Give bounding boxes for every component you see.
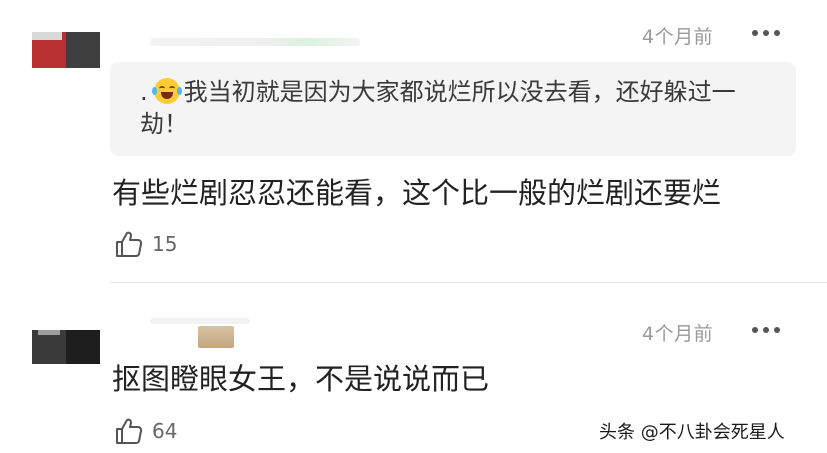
like-count: 15 <box>152 232 178 256</box>
avatar-pixel-block <box>66 330 100 364</box>
avatar[interactable] <box>32 330 100 364</box>
more-options-icon[interactable] <box>752 327 784 335</box>
quoted-reply-text: 我当初就是因为大家都说烂所以没去看，还好躲过一劫！ <box>140 78 736 138</box>
laughing-with-tears-emoji-icon <box>151 78 182 104</box>
quoted-reply-text-block: . 我当初就是因为大家都说烂所以没去看，还好躲过一劫！ <box>140 76 760 140</box>
like-button[interactable]: 64 <box>114 415 177 447</box>
comment-body: 有些烂剧忍忍还能看，这个比一般的烂剧还要烂 <box>112 176 722 210</box>
thumbs-up-icon <box>116 231 143 257</box>
quoted-reply[interactable]: . 我当初就是因为大家都说烂所以没去看，还好躲过一劫！ <box>110 62 796 156</box>
divider <box>110 282 827 283</box>
watermark: 头条 @不八卦会死星人 <box>599 422 785 443</box>
blurred-user-badge <box>198 326 234 348</box>
avatar-pixel-block <box>38 330 60 335</box>
avatar[interactable] <box>32 32 100 68</box>
blurred-username[interactable] <box>150 318 250 324</box>
avatar-pixel-block <box>32 330 66 364</box>
like-count: 64 <box>152 419 178 443</box>
thumbs-up-icon <box>116 418 143 444</box>
comment-body: 抠图瞪眼女王，不是说说而已 <box>112 362 490 396</box>
more-options-icon[interactable] <box>752 30 784 38</box>
avatar-pixel-block <box>32 32 62 40</box>
comment-time: 4个月前 <box>642 323 714 345</box>
like-button[interactable]: 15 <box>114 228 177 260</box>
avatar-pixel-block <box>66 32 100 68</box>
comment-time: 4个月前 <box>642 26 714 48</box>
comment-list: 4个月前 . 我当初就是因为大家都说烂所以没去看，还好躲过一劫！ 有些烂剧忍忍还能… <box>0 0 827 453</box>
blurred-username[interactable] <box>150 38 360 46</box>
quoted-username: . <box>140 78 148 106</box>
